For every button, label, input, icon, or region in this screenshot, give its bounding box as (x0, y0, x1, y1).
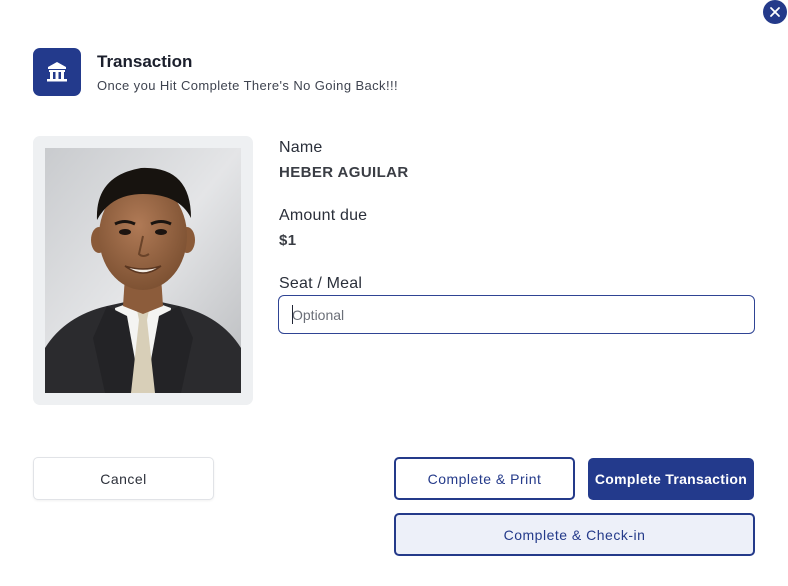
complete-transaction-button[interactable]: Complete Transaction (588, 458, 754, 500)
close-icon (770, 7, 780, 17)
modal-subtitle: Once you Hit Complete There's No Going B… (97, 78, 398, 93)
attendee-photo (45, 148, 241, 393)
header-icon-tile (33, 48, 81, 96)
text-caret (292, 305, 293, 324)
name-value: HEBER AGUILAR (279, 164, 409, 181)
seat-meal-label: Seat / Meal (279, 275, 363, 292)
photo-frame (33, 136, 253, 405)
complete-checkin-button[interactable]: Complete & Check-in (394, 513, 755, 556)
transaction-modal: Transaction Once you Hit Complete There'… (0, 0, 788, 586)
name-label: Name (279, 139, 323, 156)
amount-due-value: $1 (279, 232, 297, 249)
ticket-booth-icon (47, 62, 67, 82)
seat-meal-input[interactable] (278, 295, 755, 334)
modal-title: Transaction (97, 52, 193, 71)
cancel-button[interactable]: Cancel (33, 457, 214, 500)
complete-print-button[interactable]: Complete & Print (394, 457, 575, 500)
close-button[interactable] (763, 0, 787, 24)
amount-due-label: Amount due (279, 207, 368, 224)
